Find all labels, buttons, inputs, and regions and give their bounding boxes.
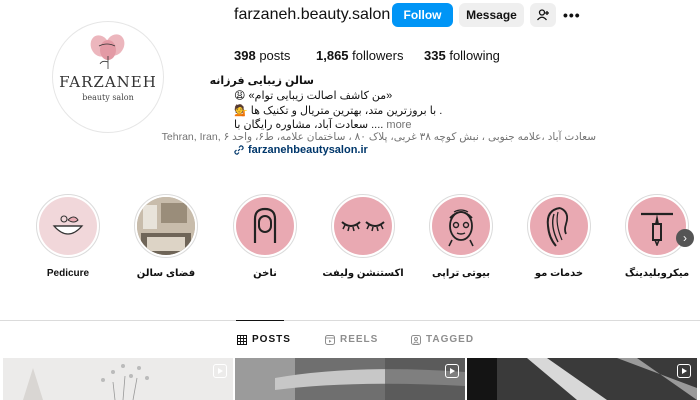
highlight-pedicure[interactable]: Pedicure — [35, 194, 101, 279]
avatar-title: FARZANEH — [59, 73, 157, 91]
bio-emoji-1: 😩 — [234, 90, 246, 102]
bio-line-2: 💁 با بروزترین متد، بهترین متریال و تکنیک… — [234, 104, 474, 117]
following-label: following — [449, 48, 500, 63]
reel-indicator-icon — [677, 364, 691, 378]
followers-stat[interactable]: 1,865 followers — [316, 48, 403, 63]
highlights-next-button[interactable]: › — [676, 229, 694, 247]
highlight-label: ناخن — [253, 268, 277, 279]
bio-address: سعادت آباد ،علامه جنوبی ، نبش کوچه ۳۸ غر… — [161, 131, 596, 143]
highlight-cover — [530, 197, 588, 255]
bio-name: سالن زیبایی فرزانه — [209, 75, 314, 87]
highlight-salon-space[interactable]: فضای سالن — [133, 194, 199, 279]
pedicure-bowl-icon — [52, 215, 84, 235]
highlight-nails[interactable]: ناخن — [232, 194, 298, 279]
more-options-icon[interactable]: ••• — [563, 7, 581, 23]
highlight-ring — [233, 194, 297, 258]
chevron-right-icon: › — [683, 231, 687, 245]
highlight-ring — [36, 194, 100, 258]
tab-tagged[interactable]: TAGGED — [411, 334, 474, 345]
bio-link[interactable]: farzanehbeautysalon.ir — [234, 144, 368, 156]
post-image — [3, 358, 233, 400]
highlight-cover — [432, 197, 490, 255]
hair-profile-icon — [546, 207, 569, 247]
active-tab-indicator — [236, 320, 284, 321]
highlight-hair-services[interactable]: خدمات مو — [526, 194, 592, 279]
reel-indicator-icon — [445, 364, 459, 378]
face-mask-icon — [448, 209, 474, 247]
profile-username: farzaneh.beauty.salon — [234, 6, 391, 23]
reel-indicator-icon — [213, 364, 227, 378]
post-thumbnail[interactable] — [467, 358, 697, 400]
post-image — [235, 358, 465, 400]
post-image — [467, 358, 697, 400]
tab-posts-label: POSTS — [252, 334, 291, 345]
highlight-cover — [39, 197, 97, 255]
microblade-pen-icon — [641, 212, 673, 246]
suggested-accounts-button[interactable] — [530, 3, 556, 27]
bio-line-3-text: سعادت آباد، مشاوره رایگان با .... — [234, 119, 384, 131]
tagged-icon — [411, 334, 421, 345]
flower-logo-icon — [90, 34, 125, 69]
highlight-cover — [137, 197, 195, 255]
highlight-beauty-therapy[interactable]: بیوتی تراپی — [428, 194, 494, 279]
highlight-cover — [236, 197, 294, 255]
highlight-ring — [625, 194, 689, 258]
highlight-ring — [527, 194, 591, 258]
follow-button[interactable]: Follow — [392, 3, 453, 27]
highlight-cover — [628, 197, 686, 255]
followers-label: followers — [352, 48, 404, 63]
bio-link-text: farzanehbeautysalon.ir — [248, 144, 368, 156]
highlight-label: اکستنشن ولیفت — [322, 268, 404, 279]
avatar-subtitle: beauty salon — [82, 93, 134, 102]
profile-avatar[interactable]: FARZANEH beauty salon — [52, 21, 164, 133]
bio-line-1: 😩 «من کاشف اصالت زیبایی توام» — [234, 89, 474, 102]
tab-reels-label: REELS — [340, 334, 379, 345]
highlight-cover — [334, 197, 392, 255]
following-count: 335 — [424, 48, 446, 63]
tab-tagged-label: TAGGED — [426, 334, 475, 345]
bio-emoji-2: 💁 — [234, 105, 248, 117]
highlight-label: خدمات مو — [534, 268, 584, 279]
nail-icon — [253, 207, 277, 243]
bio-line-1-text: «من کاشف اصالت زیبایی توام» — [248, 90, 393, 102]
link-icon — [234, 145, 244, 155]
highlight-label: بیوتی تراپی — [431, 268, 491, 279]
eyelashes-icon — [341, 221, 385, 232]
bio-line-2-text: با بروزترین متد، بهترین متریال و تکنیک ه… — [250, 105, 443, 117]
posts-label: posts — [259, 48, 291, 63]
bio-more-link[interactable]: more — [386, 119, 411, 131]
highlight-ring — [331, 194, 395, 258]
following-stat[interactable]: 335 following — [424, 48, 500, 63]
highlight-lash-lift[interactable]: اکستنشن ولیفت — [322, 194, 404, 279]
post-thumbnail[interactable] — [3, 358, 233, 400]
followers-count: 1,865 — [316, 48, 349, 63]
add-person-icon — [536, 9, 549, 21]
tab-reels[interactable]: REELS — [325, 334, 378, 345]
posts-count: 398 — [234, 48, 256, 63]
highlight-label: میکروبلیدینگ — [624, 268, 690, 279]
highlight-label: Pedicure — [46, 268, 90, 279]
tab-posts[interactable]: POSTS — [237, 334, 291, 345]
posts-stat: 398 posts — [234, 48, 290, 63]
salon-photo-icon — [137, 197, 195, 255]
post-thumbnail[interactable] — [235, 358, 465, 400]
highlight-label: فضای سالن — [136, 268, 196, 279]
grid-icon — [237, 334, 247, 345]
bio-line-3: سعادت آباد، مشاوره رایگان با .... more — [234, 118, 474, 131]
reels-icon — [325, 334, 335, 345]
message-button[interactable]: Message — [459, 3, 524, 27]
highlight-ring — [429, 194, 493, 258]
tabs-divider — [0, 320, 700, 321]
highlight-ring — [134, 194, 198, 258]
